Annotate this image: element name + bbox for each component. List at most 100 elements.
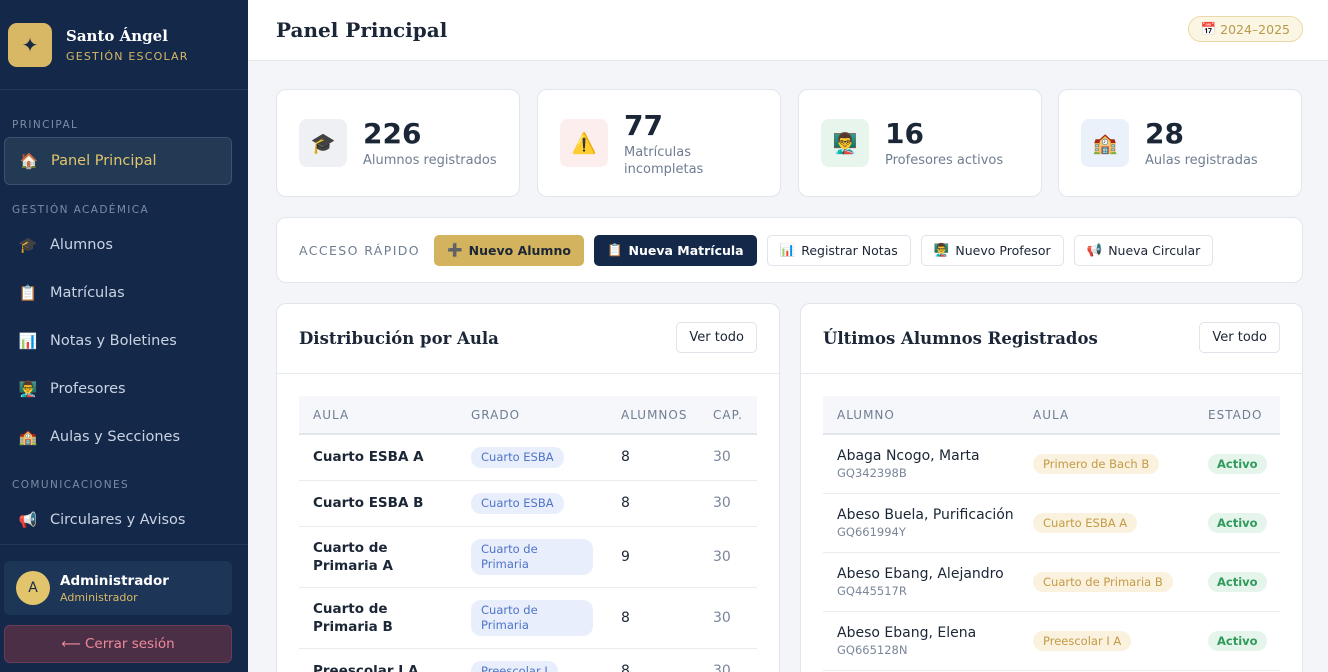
stat-label: Alumnos registrados	[363, 153, 497, 168]
teacher-icon: 👨‍🏫	[18, 380, 38, 398]
warning-icon: ⚠️	[560, 119, 608, 167]
latest-students-panel: Últimos Alumnos Registrados Ver todo ALU…	[800, 303, 1303, 672]
sidebar-item-circulares[interactable]: 📢 Circulares y Avisos	[0, 496, 248, 544]
stat-value: 226	[363, 117, 422, 150]
new-teacher-button[interactable]: 👨‍🏫 Nuevo Profesor	[920, 234, 1064, 266]
column-header[interactable]: CAP.	[699, 396, 757, 435]
school-year-badge[interactable]: 📅 2024–2025	[1187, 16, 1303, 42]
stat-value: 28	[1145, 117, 1184, 150]
column-header[interactable]: ALUMNO	[823, 396, 1019, 435]
student-code: GQ665128N	[837, 642, 908, 657]
page-title: Panel Principal	[276, 18, 448, 42]
teacher-icon: 👨‍🏫	[821, 119, 869, 167]
new-enrollment-button[interactable]: 📋 Nueva Matrícula	[593, 234, 757, 266]
student-name: Abeso Ebang, Alejandro	[837, 565, 1004, 582]
top-header: Panel Principal 📅 2024–2025	[248, 0, 1328, 61]
sidebar-item-profesores[interactable]: 👨‍🏫 Profesores	[0, 365, 248, 413]
bar-chart-icon: 📊	[18, 332, 38, 350]
panel-title: Últimos Alumnos Registrados	[823, 329, 1098, 348]
latest-students-table: ALUMNO AULA ESTADO Abaga Ncogo, Marta GQ…	[823, 396, 1280, 671]
student-count: 9	[607, 526, 699, 588]
button-label: Nuevo Alumno	[468, 242, 571, 258]
aula-name: Cuarto de Primaria B	[313, 600, 393, 635]
table-row[interactable]: Preescolar I A Preescolar I 8 30	[299, 648, 757, 672]
aula-name: Preescolar I A	[313, 663, 419, 672]
column-header[interactable]: AULA	[299, 396, 457, 435]
capacity: 30	[699, 587, 757, 649]
student-count: 8	[607, 648, 699, 672]
distribution-panel: Distribución por Aula Ver todo AULA GRAD…	[276, 303, 780, 672]
stat-card-profesores: 👨‍🏫 16 Profesores activos	[798, 89, 1042, 197]
student-count: 8	[607, 480, 699, 527]
aula-name: Cuarto de Primaria A	[313, 539, 393, 574]
table-row[interactable]: Cuarto de Primaria B Cuarto de Primaria …	[299, 587, 757, 649]
column-header[interactable]: ESTADO	[1194, 396, 1280, 435]
brand-name: Santo Ángel	[66, 26, 168, 45]
table-row[interactable]: Cuarto de Primaria A Cuarto de Primaria …	[299, 526, 757, 588]
table-row[interactable]: Cuarto ESBA B Cuarto ESBA 8 30	[299, 480, 757, 527]
column-header[interactable]: ALUMNOS	[607, 396, 699, 435]
student-name: Abeso Buela, Purificación	[837, 506, 1014, 523]
avatar: A	[16, 571, 50, 605]
home-icon: 🏠	[19, 152, 39, 170]
bar-chart-icon: 📊	[779, 242, 796, 257]
table-row[interactable]: Abeso Ebang, Alejandro GQ445517R Cuarto …	[823, 552, 1280, 612]
status-badge: Activo	[1208, 512, 1267, 533]
sidebar-item-label: Aulas y Secciones	[50, 429, 181, 445]
quick-access-bar: ACCESO RÁPIDO ➕ Nuevo Alumno 📋 Nueva Mat…	[276, 217, 1303, 283]
sidebar-item-label: Notas y Boletines	[50, 333, 177, 349]
sidebar-item-label: Matrículas	[50, 285, 125, 301]
user-name: Administrador	[60, 572, 169, 589]
logout-button[interactable]: ⟵ Cerrar sesión	[4, 625, 232, 663]
stat-value: 16	[885, 117, 924, 150]
table-row[interactable]: Abeso Buela, Purificación GQ661994Y Cuar…	[823, 493, 1280, 553]
sidebar-item-aulas[interactable]: 🏫 Aulas y Secciones	[0, 413, 248, 461]
aula-name: Cuarto ESBA A	[313, 449, 424, 466]
table-row[interactable]: Abaga Ncogo, Marta GQ342398B Primero de …	[823, 434, 1280, 494]
student-name: Abeso Ebang, Elena	[837, 624, 977, 641]
capacity: 30	[699, 480, 757, 527]
student-count: 8	[607, 434, 699, 481]
capacity: 30	[699, 526, 757, 588]
brand: ✦ Santo Ángel GESTIÓN ESCOLAR	[0, 0, 248, 90]
megaphone-icon: 📢	[18, 511, 38, 529]
sidebar-item-matriculas[interactable]: 📋 Matrículas	[0, 269, 248, 317]
nav-section-principal: PRINCIPAL	[12, 119, 79, 131]
button-label: Nuevo Profesor	[955, 242, 1051, 258]
button-label: Nueva Matrícula	[628, 242, 744, 258]
table-row[interactable]: Cuarto ESBA A Cuarto ESBA 8 30	[299, 434, 757, 481]
stat-label: Profesores activos	[885, 153, 1004, 168]
teacher-icon: 👨‍🏫	[933, 242, 950, 257]
capacity: 30	[699, 434, 757, 481]
school-year-label: 2024–2025	[1220, 21, 1290, 37]
megaphone-icon: 📢	[1086, 242, 1103, 257]
school-icon: 🏫	[18, 428, 38, 446]
sidebar-item-panel-principal[interactable]: 🏠 Panel Principal	[4, 137, 232, 185]
aula-badge: Cuarto ESBA A	[1033, 512, 1138, 533]
graduation-cap-icon: 🎓	[18, 236, 38, 254]
column-header[interactable]: AULA	[1019, 396, 1194, 435]
register-grades-button[interactable]: 📊 Registrar Notas	[766, 234, 911, 266]
sidebar-item-label: Circulares y Avisos	[50, 512, 186, 528]
user-card[interactable]: A Administrador Administrador	[4, 561, 232, 615]
aula-badge: Preescolar I A	[1033, 630, 1132, 651]
grade-badge: Cuarto de Primaria	[471, 599, 593, 636]
sidebar-item-alumnos[interactable]: 🎓 Alumnos	[0, 221, 248, 269]
new-circular-button[interactable]: 📢 Nueva Circular	[1073, 234, 1214, 266]
stat-card-alumnos: 🎓 226 Alumnos registrados	[276, 89, 520, 197]
student-count: 8	[607, 587, 699, 649]
graduation-cap-icon: 🎓	[299, 119, 347, 167]
grade-badge: Cuarto ESBA	[471, 446, 564, 468]
nav-section-academica: GESTIÓN ACADÉMICA	[12, 204, 150, 216]
view-all-button[interactable]: Ver todo	[1199, 322, 1280, 353]
sidebar-item-notas[interactable]: 📊 Notas y Boletines	[0, 317, 248, 365]
new-student-button[interactable]: ➕ Nuevo Alumno	[434, 234, 584, 266]
nav-section-comunicaciones: COMUNICACIONES	[12, 479, 130, 491]
student-code: GQ445517R	[837, 583, 907, 598]
sidebar-item-label: Profesores	[50, 381, 126, 397]
column-header[interactable]: GRADO	[457, 396, 607, 435]
view-all-button[interactable]: Ver todo	[676, 322, 757, 353]
clipboard-icon: 📋	[606, 242, 623, 257]
table-row[interactable]: Abeso Ebang, Elena GQ665128N Preescolar …	[823, 611, 1280, 671]
grade-badge: Cuarto de Primaria	[471, 538, 593, 575]
